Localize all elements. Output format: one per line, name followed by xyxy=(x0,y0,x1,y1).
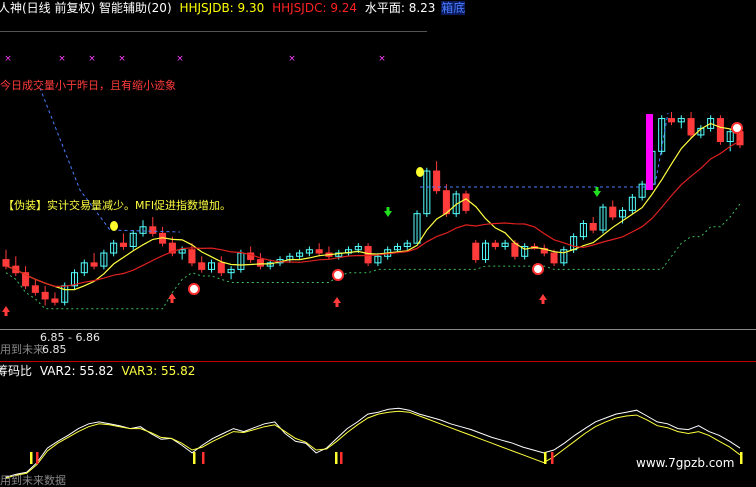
x-marker: × xyxy=(118,54,126,64)
signal-tick-bar xyxy=(202,452,205,464)
down-arrow-icon xyxy=(384,207,392,217)
candle-body xyxy=(716,118,724,143)
x-marker: × xyxy=(88,54,96,64)
future-data-overlay-bottom: 用到未来数据 xyxy=(0,474,66,487)
indicator-title: 筹码比 xyxy=(0,364,33,378)
price-label: 6.85 xyxy=(42,343,67,356)
x-marker: × xyxy=(4,54,12,64)
chart-header: 唐人神(日线 前复权) 智能辅助(20) HHJSJDB: 9.30 HHJSJ… xyxy=(0,1,466,15)
candle-body xyxy=(31,285,39,293)
candle-body xyxy=(442,190,450,215)
up-arrow-icon xyxy=(168,293,176,303)
yellow-drop-icon xyxy=(110,221,118,231)
price-chart: × × × × × × × xyxy=(0,31,756,479)
candle-body xyxy=(90,262,98,267)
signal-tick-bar xyxy=(36,452,39,464)
x-marker: × xyxy=(288,54,296,64)
signal-circle-icon xyxy=(188,283,200,295)
candle-body xyxy=(198,262,206,270)
indicator-chart xyxy=(5,407,743,479)
signal-tick-bar xyxy=(544,452,547,464)
candle-body xyxy=(462,193,470,211)
watermark: www.7gpzb.com xyxy=(636,456,735,470)
var3-line xyxy=(5,410,741,479)
signal-tick-bar xyxy=(335,452,338,464)
candle-body xyxy=(119,242,127,247)
signal-circle-icon xyxy=(731,122,743,134)
candle-body xyxy=(667,118,676,123)
signal-tick-bar xyxy=(30,452,33,464)
candle-body xyxy=(315,249,323,254)
var2-line xyxy=(5,407,741,478)
chart-window: × × × × × × × 唐人神(日线 前复权) 智能辅助(20) HHJSJDB: 9.… xyxy=(0,0,756,487)
box-bottom-tag: 箱底 xyxy=(441,1,466,15)
signal-tick-bar xyxy=(340,452,343,464)
future-data-overlay: 用到未来 xyxy=(0,343,44,356)
water-level-value: 水平面: 8.23 xyxy=(364,1,436,15)
candle-body xyxy=(149,226,157,234)
hhjsjdc-value: HHJSJDC: 9.24 xyxy=(272,1,358,15)
signal-tick-bar xyxy=(551,452,554,464)
red-annotation: 今日成交量小于昨日，且有缩小迹象 xyxy=(0,79,176,92)
candle-body xyxy=(609,206,617,218)
down-arrow-icon xyxy=(593,187,601,197)
signal-circle-icon xyxy=(332,269,344,281)
var2-value: VAR2: 55.82 xyxy=(39,364,114,378)
indicator-header: 筹码比 VAR2: 55.82 VAR3: 55.82 xyxy=(0,364,195,378)
candle-body xyxy=(51,298,59,303)
signal-tick-bar xyxy=(193,452,196,464)
hhjsjdb-value: HHJSJDB: 9.30 xyxy=(179,1,265,15)
candle-body xyxy=(41,291,49,300)
candle-body xyxy=(472,242,480,261)
candle-body xyxy=(2,259,10,267)
x-marker: × xyxy=(58,54,66,64)
candle-body xyxy=(256,259,264,267)
support-step-line xyxy=(5,203,741,310)
candle-body xyxy=(364,245,372,264)
magenta-signal-bar xyxy=(646,114,653,190)
marker-layer: × × × × × × × xyxy=(2,54,743,316)
x-marker: × xyxy=(378,54,386,64)
x-marker: × xyxy=(176,54,184,64)
header-title: 唐人神(日线 前复权) 智能辅助(20) xyxy=(0,1,172,15)
yellow-drop-icon xyxy=(416,167,424,177)
candle-body xyxy=(217,262,225,274)
ma-red-line xyxy=(5,140,741,288)
candle-body xyxy=(687,118,695,136)
yellow-annotation: 【伪装】实计交易量减少。MFI促进指数增加。 xyxy=(3,199,232,212)
signal-tick-bar xyxy=(740,452,743,464)
up-arrow-icon xyxy=(333,297,341,307)
candle-body xyxy=(589,223,597,231)
up-arrow-icon xyxy=(539,294,547,304)
up-arrow-icon xyxy=(2,306,10,316)
signal-circle-icon xyxy=(532,263,544,275)
candle-body xyxy=(550,252,558,264)
candle-body xyxy=(491,242,499,247)
var3-value: VAR3: 55.82 xyxy=(121,364,196,378)
candle-body xyxy=(188,249,196,264)
candle-body xyxy=(433,170,441,192)
